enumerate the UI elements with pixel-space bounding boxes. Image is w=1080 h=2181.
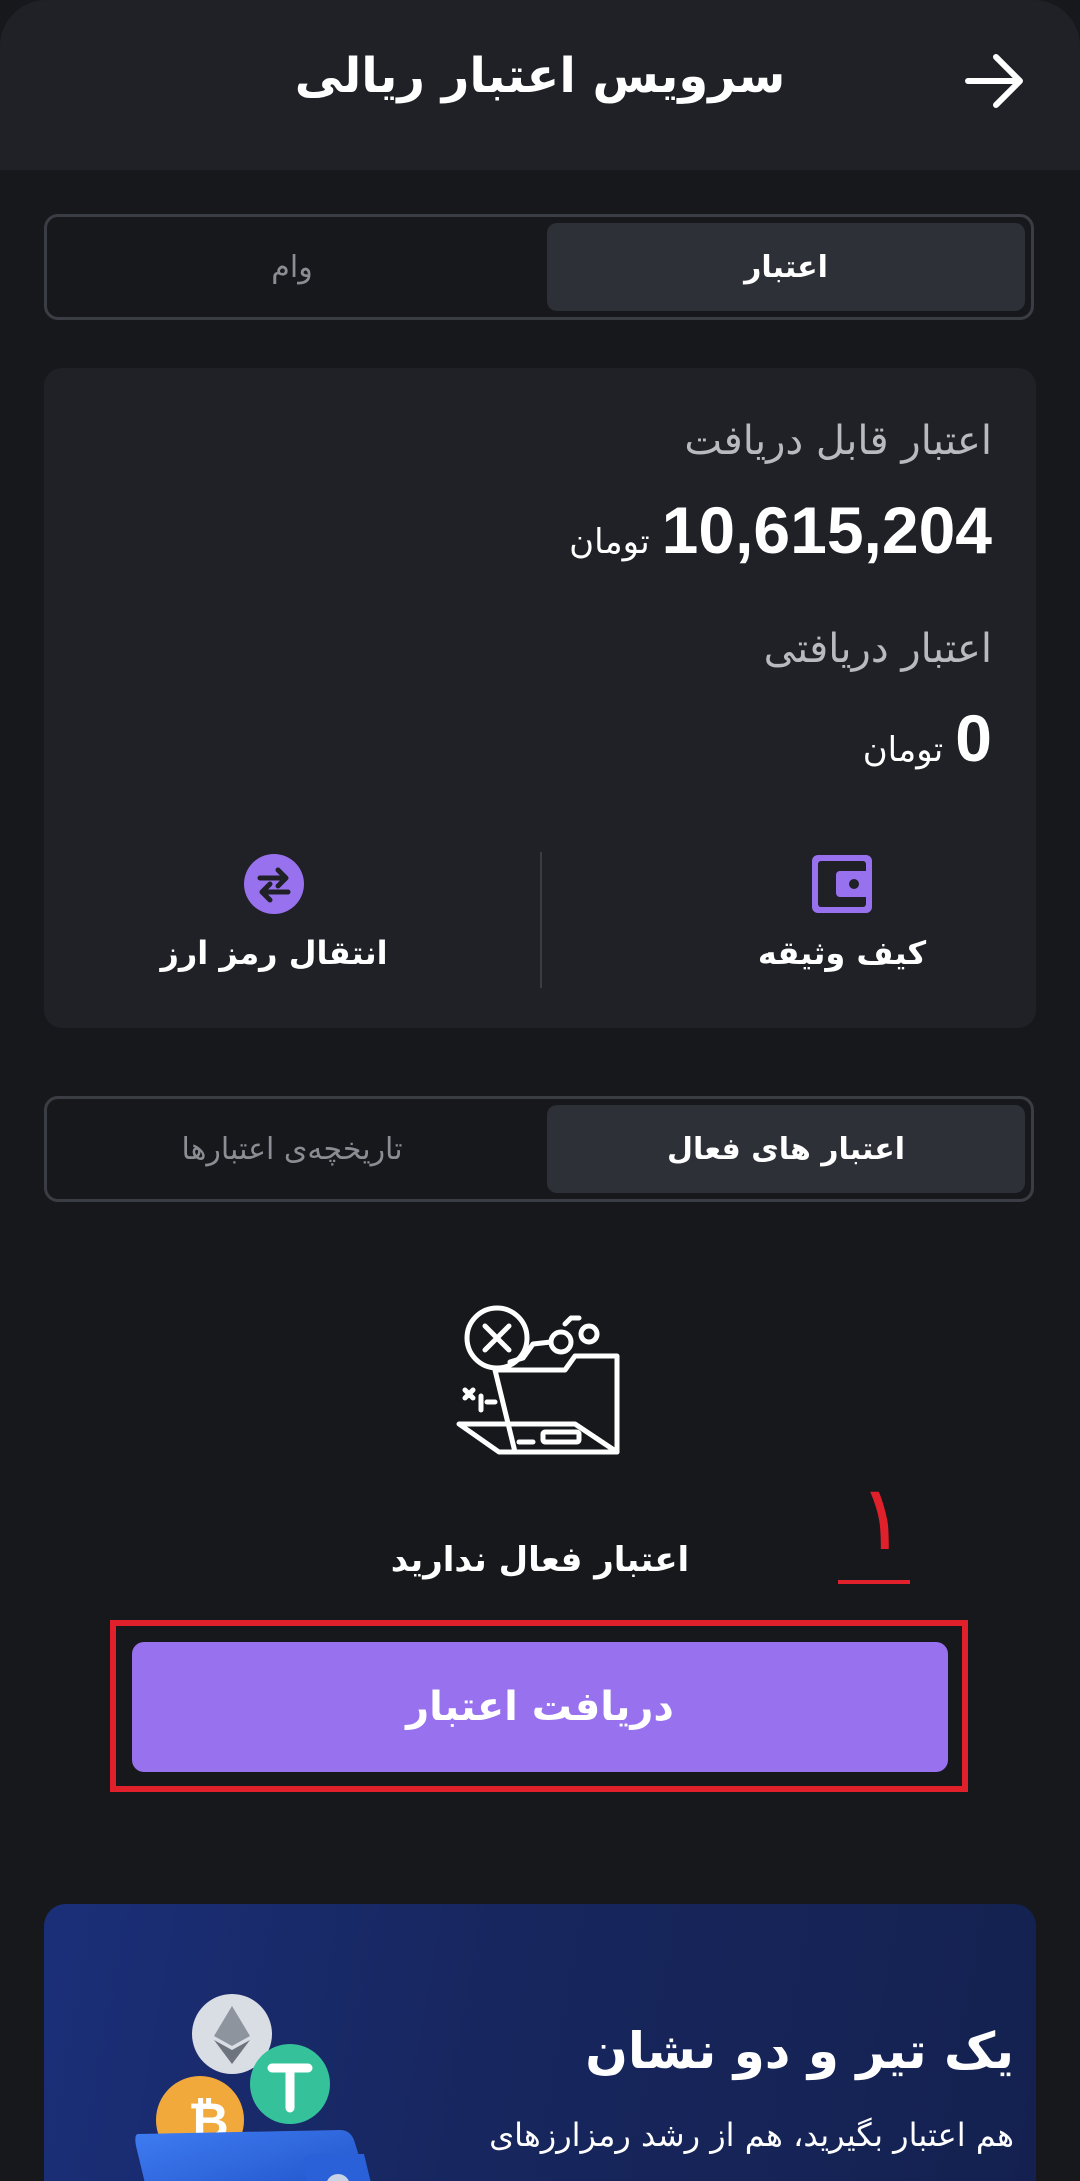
available-credit-label: اعتبار قابل دریافت	[684, 418, 992, 464]
annotation-number: ۱	[858, 1466, 907, 1571]
empty-folder-icon	[455, 1300, 625, 1460]
tab-credit[interactable]: اعتبار	[547, 223, 1025, 311]
received-credit-unit: تومان	[862, 730, 944, 770]
screen: سرویس اعتبار ریالی اعتبار وام اعتبار قاب…	[0, 0, 1080, 2181]
banner-title: یک تیر و دو نشان	[585, 2022, 1014, 2080]
promo-banner[interactable]: ₿ یک تیر و دو نشان هم اعتبار بگیرید، هم …	[44, 1904, 1036, 2181]
tab-active-credits[interactable]: اعتبار های فعال	[547, 1105, 1025, 1193]
transfer-crypto-label: انتقال رمز ارز	[160, 934, 388, 972]
app-header: سرویس اعتبار ریالی	[0, 0, 1080, 170]
credit-list-tabs: اعتبار های فعال تاریخچه‌ی اعتبارها	[44, 1096, 1034, 1202]
banner-subtitle: هم اعتبار بگیرید، هم از رشد رمزارزهای	[489, 2116, 1014, 2154]
collateral-wallet-label: کیف وثیقه	[757, 934, 927, 972]
wallet-icon	[810, 852, 874, 916]
tab-loan[interactable]: وام	[53, 223, 531, 311]
empty-state-text: اعتبار فعال ندارید	[390, 1540, 690, 1580]
page-title: سرویس اعتبار ریالی	[294, 48, 786, 104]
transfer-icon	[242, 852, 306, 916]
tab-credit-history[interactable]: تاریخچه‌ی اعتبارها	[53, 1105, 531, 1193]
transfer-crypto-button[interactable]: انتقال رمز ارز	[124, 852, 424, 972]
available-credit-unit: تومان	[569, 522, 650, 562]
credit-loan-tabs: اعتبار وام	[44, 214, 1034, 320]
available-credit-amount: 10,615,204 تومان	[569, 492, 992, 568]
credit-summary-card: اعتبار قابل دریافت 10,615,204 تومان اعتب…	[44, 368, 1036, 1028]
annotation-underline	[838, 1580, 910, 1584]
crypto-wallet-illustration: ₿	[114, 1934, 434, 2181]
received-credit-value: 0	[955, 701, 992, 775]
collateral-wallet-button[interactable]: کیف وثیقه	[692, 852, 992, 972]
received-credit-amount: 0 تومان	[863, 700, 992, 776]
arrow-right-icon	[965, 54, 1023, 108]
available-credit-value: 10,615,204	[661, 493, 992, 567]
actions-divider	[540, 852, 542, 988]
get-credit-button[interactable]: دریافت اعتبار	[132, 1642, 948, 1772]
back-button[interactable]	[960, 46, 1030, 116]
received-credit-label: اعتبار دریافتی	[763, 626, 992, 672]
